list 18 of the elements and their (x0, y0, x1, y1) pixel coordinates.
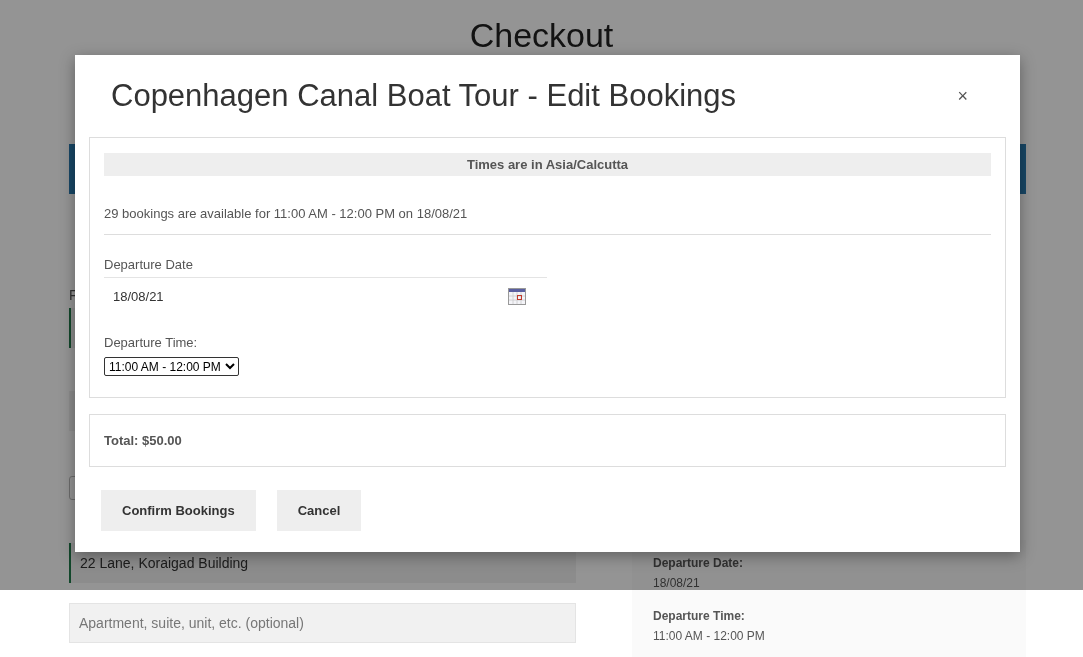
time-select[interactable]: 11:00 AM - 12:00 PM (104, 357, 239, 376)
summary-label: Departure Date: (653, 556, 745, 570)
cancel-button[interactable]: Cancel (276, 490, 362, 531)
confirm-button[interactable]: Confirm Bookings (101, 490, 256, 531)
date-field[interactable]: 18/08/21 (104, 277, 547, 315)
total-text: Total: $50.00 (104, 433, 182, 448)
calendar-icon[interactable] (508, 288, 526, 305)
date-label: Departure Date (104, 257, 193, 273)
summary-label: Departure Time: (653, 609, 746, 623)
page-title: Checkout (468, 15, 615, 56)
modal-title: Copenhagen Canal Boat Tour - Edit Bookings (111, 78, 736, 114)
input-field[interactable]: Apartment, suite, unit, etc. (optional) (69, 603, 576, 643)
timezone-banner: Times are in Asia/Calcutta (104, 153, 991, 176)
close-button[interactable]: × (957, 85, 968, 107)
time-label: Departure Time: (104, 335, 198, 351)
summary-value: 11:00 AM - 12:00 PM (653, 629, 766, 643)
availability-text: 29 bookings are available for 11:00 AM - 12:00 PM on 18/08/21 (104, 206, 468, 222)
summary-value: 18/08/21 (653, 576, 701, 590)
